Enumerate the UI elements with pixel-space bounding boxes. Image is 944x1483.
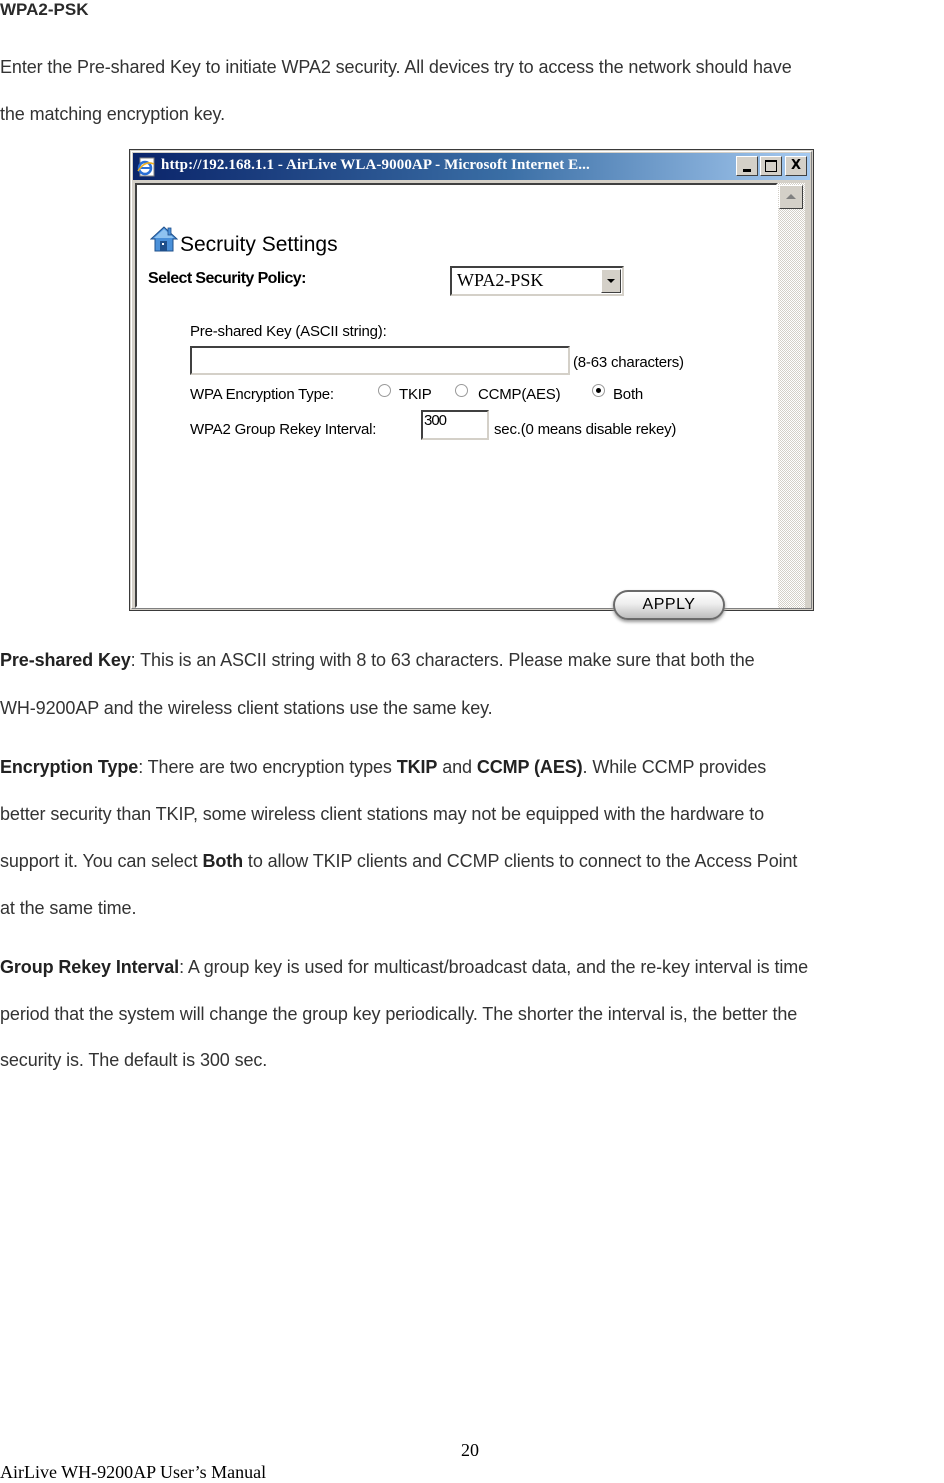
encryption-type-label: WPA Encryption Type: <box>190 386 334 403</box>
psk-description-line-1: Pre-shared Key: This is an ASCII string … <box>0 650 755 671</box>
psk-label: Pre-shared Key (ASCII string): <box>190 323 387 340</box>
vertical-scrollbar[interactable] <box>778 183 805 608</box>
term-tkip: TKIP <box>396 757 438 777</box>
close-icon: X <box>790 158 802 173</box>
scroll-up-button[interactable] <box>779 185 803 209</box>
enc-description-line-4: at the same time. <box>0 898 137 918</box>
page-content: Secruity Settings Select Security Policy… <box>135 183 778 620</box>
term-both: Both <box>202 851 244 871</box>
rekey-description-line-1: Group Rekey Interval: A group key is use… <box>0 957 808 978</box>
ie-icon <box>137 157 155 177</box>
term-encryption-type: Encryption Type <box>0 757 139 777</box>
psk-hint: (8-63 characters) <box>573 354 684 371</box>
rekey-interval-label: WPA2 Group Rekey Interval: <box>190 421 377 438</box>
chevron-down-icon <box>607 279 615 283</box>
text-run: support it. You can select <box>0 851 203 871</box>
radio-tkip-label: TKIP <box>399 386 432 403</box>
radio-ccmp[interactable] <box>455 384 468 397</box>
dropdown-button[interactable] <box>601 269 621 293</box>
rekey-description-line-3: security is. The default is 300 sec. <box>0 1050 268 1070</box>
apply-button[interactable]: APPLY <box>613 590 725 620</box>
window-title: http://192.168.1.1 - AirLive WLA-9000AP … <box>161 157 590 173</box>
rekey-description-line-2: period that the system will change the g… <box>0 1004 798 1024</box>
minimize-button[interactable] <box>736 156 758 176</box>
intro-line-2: the matching encryption key. <box>0 104 225 124</box>
rekey-interval-hint: sec.(0 means disable rekey) <box>494 421 677 438</box>
enc-description-line-1: Encryption Type: There are two encryptio… <box>0 757 766 778</box>
term-pre-shared-key: Pre-shared Key <box>0 650 131 670</box>
term-ccmp-aes: CCMP (AES) <box>476 757 583 777</box>
radio-tkip[interactable] <box>378 384 391 397</box>
minimize-icon <box>743 169 751 172</box>
manual-title: AirLive WH-9200AP User’s Manual <box>0 1462 267 1482</box>
page-title: Secruity Settings <box>180 233 338 256</box>
rekey-interval-input[interactable]: 300 <box>421 410 489 440</box>
maximize-button[interactable] <box>760 156 782 176</box>
page-number: 20 <box>461 1440 479 1460</box>
radio-ccmp-label: CCMP(AES) <box>478 386 561 403</box>
title-bar[interactable]: http://192.168.1.1 - AirLive WLA-9000AP … <box>133 153 810 180</box>
text-run: . While CCMP provides <box>582 757 767 777</box>
enc-description-line-3: support it. You can select Both to allow… <box>0 851 797 872</box>
security-policy-value: WPA2-PSK <box>457 270 544 290</box>
text-run: and <box>437 757 477 777</box>
enc-description-line-2: better security than TKIP, some wireless… <box>0 804 765 824</box>
term-group-rekey-interval: Group Rekey Interval <box>0 957 180 977</box>
close-button[interactable]: X <box>785 156 807 176</box>
psk-description-line-2: WH-9200AP and the wireless client statio… <box>0 698 493 718</box>
arrow-up-icon <box>786 194 796 199</box>
intro-line-1: Enter the Pre-shared Key to initiate WPA… <box>0 57 792 77</box>
browser-window: http://192.168.1.1 - AirLive WLA-9000AP … <box>129 149 814 620</box>
home-icon <box>150 226 178 252</box>
psk-input[interactable] <box>190 346 570 375</box>
radio-both-label: Both <box>613 386 644 403</box>
text-run: : There are two encryption types <box>138 757 397 777</box>
security-policy-label: Select Security Policy: <box>148 270 306 287</box>
text-run: : This is an ASCII string with 8 to 63 c… <box>130 650 755 670</box>
text-run: to allow TKIP clients and CCMP clients t… <box>243 851 798 871</box>
section-heading: WPA2-PSK <box>0 0 89 19</box>
maximize-icon <box>765 160 777 172</box>
text-run: : A group key is used for multicast/broa… <box>179 957 809 977</box>
radio-both[interactable] <box>592 384 605 397</box>
security-policy-select[interactable]: WPA2-PSK <box>450 266 624 296</box>
